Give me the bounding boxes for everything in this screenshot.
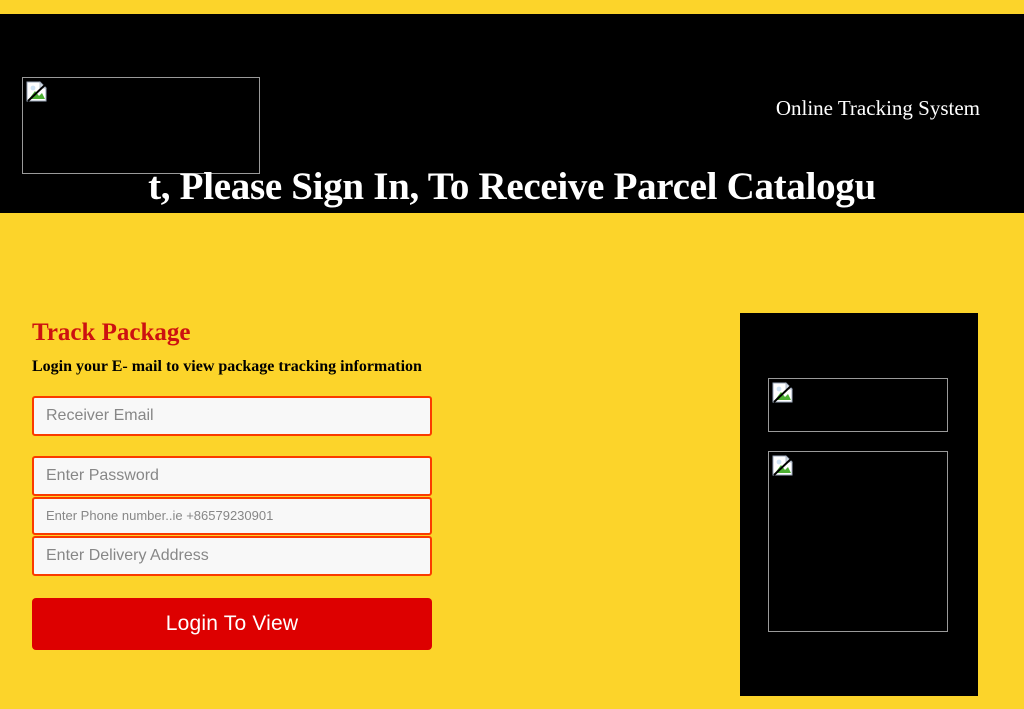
- delivery-address-input[interactable]: [32, 535, 432, 576]
- form-heading: Track Package: [32, 319, 191, 346]
- broken-image-icon: [26, 81, 47, 102]
- phone-number-input[interactable]: [32, 496, 432, 535]
- main-content: Track Package Login your E- mail to view…: [0, 213, 1024, 709]
- login-to-view-button[interactable]: Login To View: [32, 597, 432, 650]
- top-accent-bar: [0, 0, 1024, 14]
- field-group-email: [32, 395, 432, 436]
- header-logo-placeholder: [22, 77, 260, 174]
- form-subheading: Login your E- mail to view package track…: [32, 357, 422, 375]
- tracking-login-form: Track Package Login your E- mail to view…: [32, 319, 432, 650]
- side-media-panel: [740, 313, 978, 696]
- broken-image-icon: [772, 382, 793, 403]
- site-header: Online Tracking System t, Please Sign In…: [0, 14, 1024, 213]
- page-title: t, Please Sign In, To Receive Parcel Cat…: [148, 165, 876, 209]
- password-input[interactable]: [32, 455, 432, 496]
- side-image-placeholder-1: [768, 378, 948, 432]
- side-image-placeholder-2: [768, 451, 948, 632]
- broken-image-icon: [772, 455, 793, 476]
- receiver-email-input[interactable]: [32, 395, 432, 436]
- header-tagline: Online Tracking System: [775, 96, 980, 120]
- field-group-credentials: [32, 455, 432, 576]
